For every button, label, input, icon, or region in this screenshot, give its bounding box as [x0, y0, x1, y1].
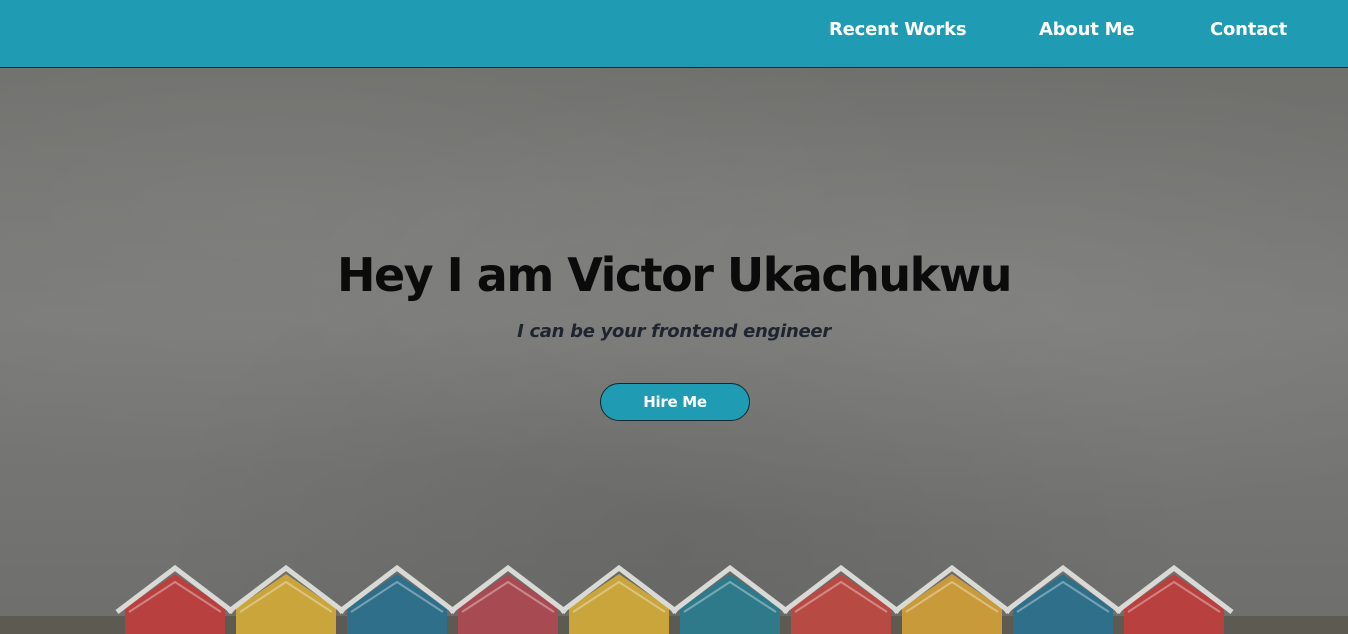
hero-section: Hey I am Victor Ukachukwu I can be your …: [0, 68, 1348, 634]
hero-title: Hey I am Victor Ukachukwu: [336, 248, 1013, 302]
beach-huts-image: [0, 564, 1348, 634]
nav-link-recent-works[interactable]: Recent Works: [829, 19, 967, 40]
hire-me-button[interactable]: Hire Me: [600, 383, 750, 421]
hero-subtitle: I can be your frontend engineer: [517, 321, 831, 342]
nav-link-about-me[interactable]: About Me: [1039, 19, 1135, 40]
top-navbar: Recent Works About Me Contact: [0, 0, 1348, 68]
nav-link-contact[interactable]: Contact: [1210, 19, 1287, 40]
